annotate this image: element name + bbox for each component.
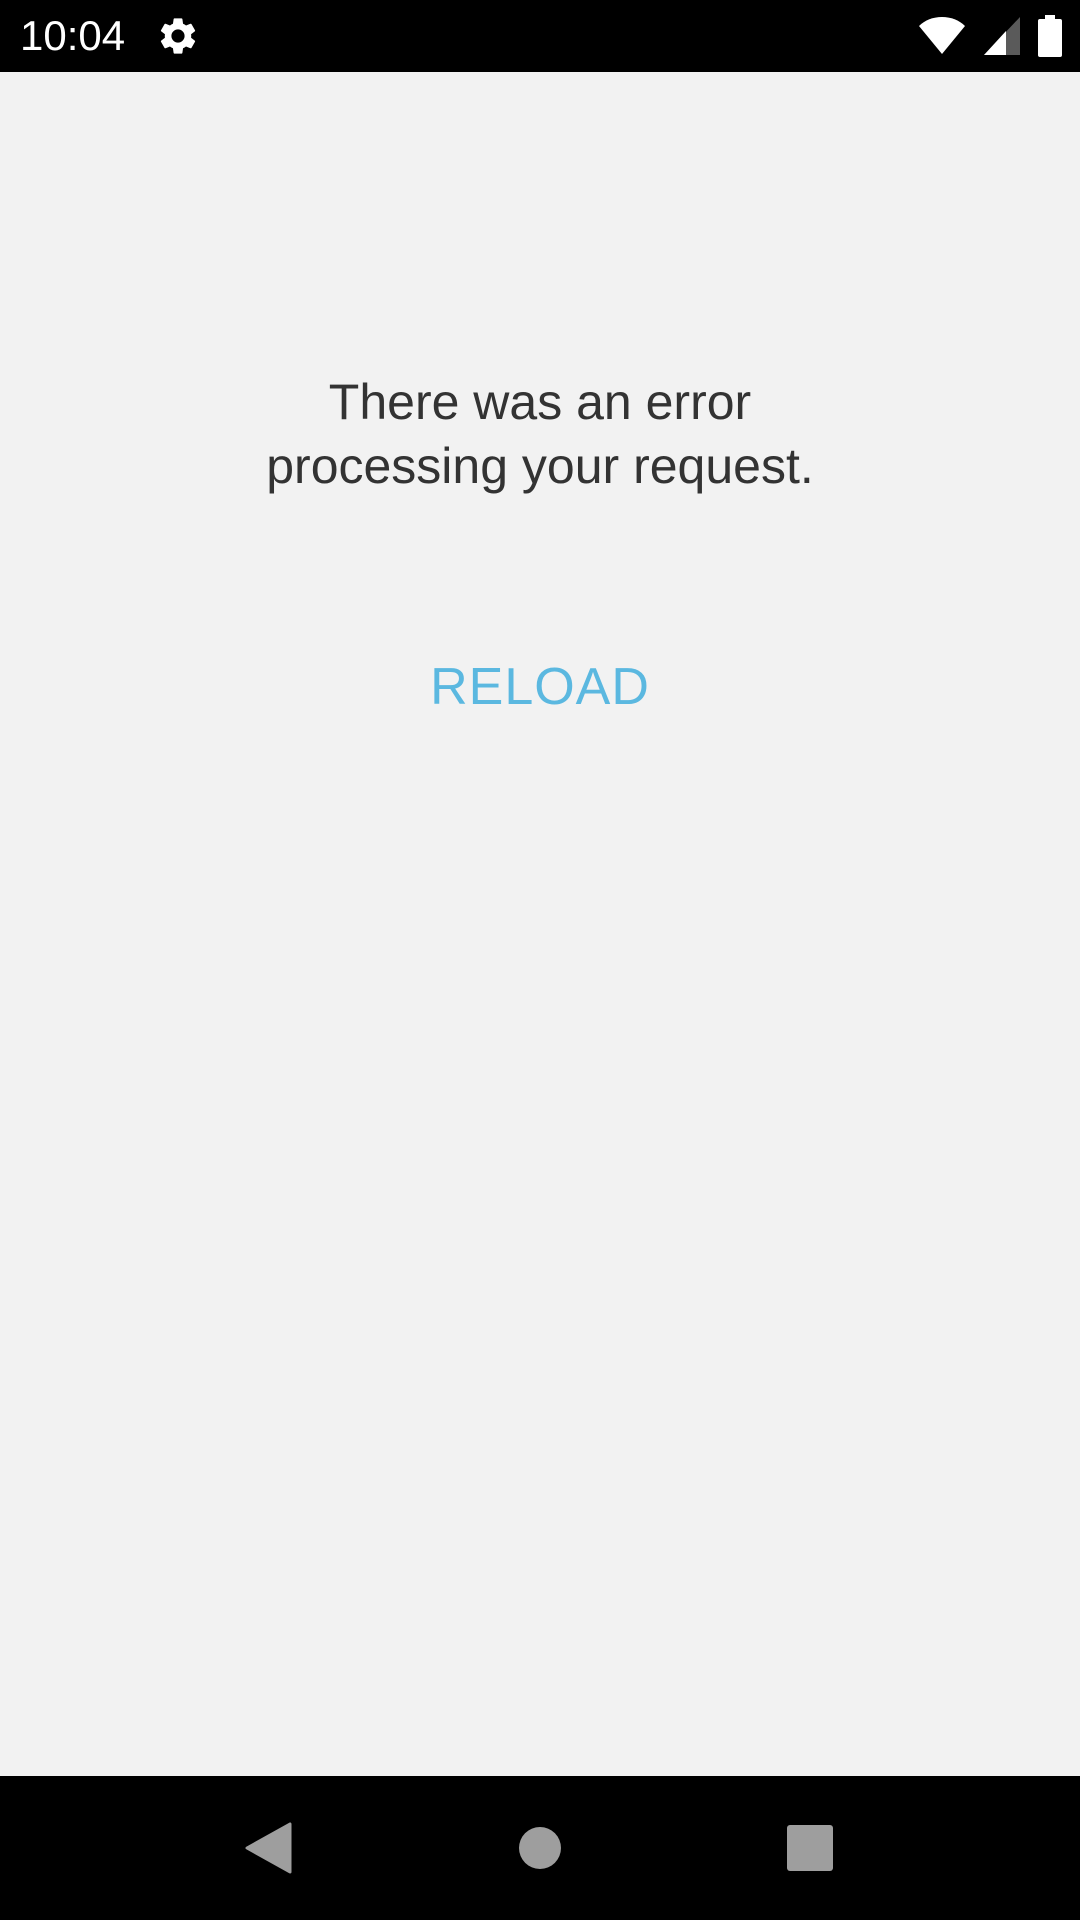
reload-button[interactable]: RELOAD (390, 632, 690, 742)
recents-button[interactable] (760, 1798, 860, 1898)
error-message: There was an error processing your reque… (0, 370, 1080, 498)
content-area: There was an error processing your reque… (0, 72, 1080, 1776)
back-icon (245, 1822, 292, 1874)
error-message-line-2: processing your request. (266, 438, 814, 494)
back-button[interactable] (218, 1798, 318, 1898)
status-bar: 10:04 (0, 0, 1080, 72)
battery-icon (1038, 15, 1062, 57)
recents-icon (787, 1825, 833, 1871)
gear-icon (160, 18, 196, 54)
cell-signal-icon (984, 17, 1020, 55)
status-time: 10:04 (20, 12, 126, 59)
status-icons (918, 14, 1062, 58)
screen: 10:04 There was an error processing your… (0, 0, 1080, 1920)
error-message-line-1: There was an error (328, 374, 752, 430)
home-icon (519, 1827, 561, 1869)
wifi-icon (919, 17, 965, 54)
navigation-bar (0, 1776, 1080, 1920)
home-button[interactable] (490, 1798, 590, 1898)
